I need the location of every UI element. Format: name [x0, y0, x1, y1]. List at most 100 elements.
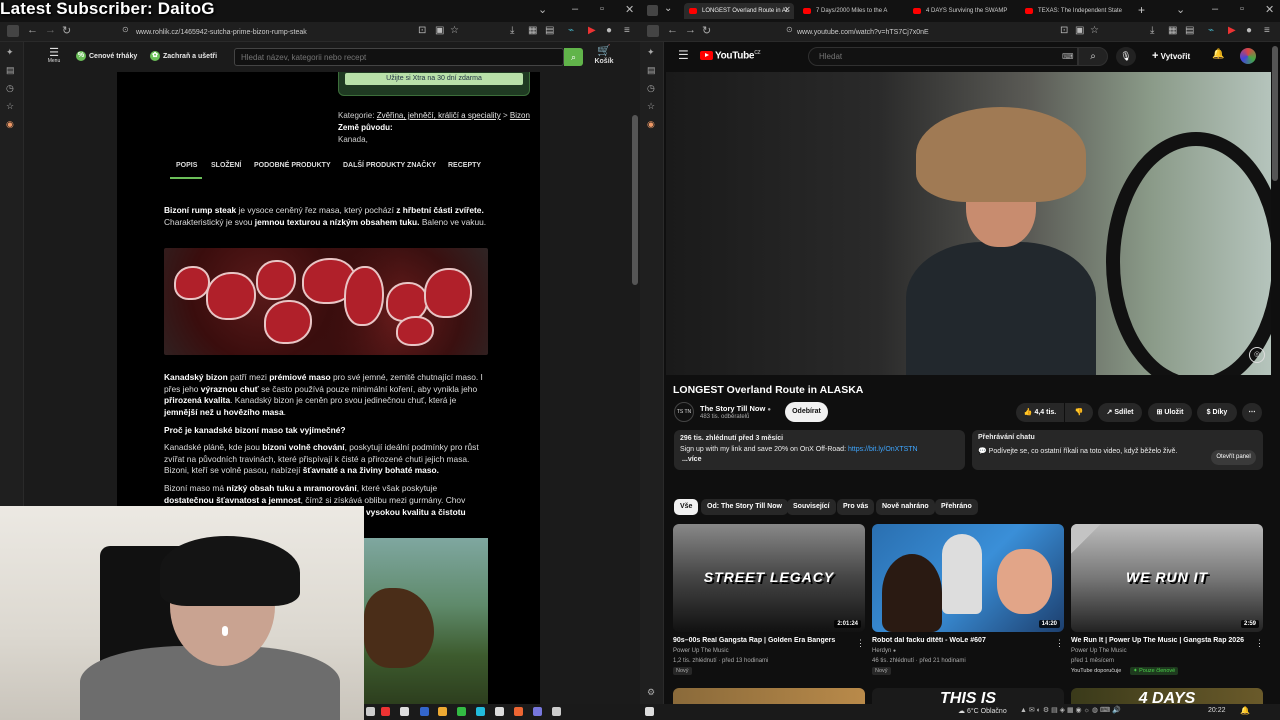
reload-icon[interactable]: ↻: [62, 24, 71, 37]
video-card-title[interactable]: 90s–00s Real Gangsta Rap | Golden Era Ba…: [673, 637, 853, 644]
menu-button[interactable]: ☰ Menu: [44, 47, 64, 65]
video-card-channel[interactable]: Power Up The Music: [1071, 648, 1127, 654]
taskbar-app-icon[interactable]: [552, 707, 561, 716]
weather-widget[interactable]: ☁ 6°C Oblačno: [958, 707, 1007, 715]
menu-icon[interactable]: ≡: [1264, 25, 1270, 36]
ai-icon[interactable]: ✦: [6, 47, 14, 58]
taskbar-app-icon[interactable]: [400, 707, 409, 716]
reader-icon[interactable]: ▣: [1075, 25, 1084, 36]
site-info-icon[interactable]: ⊙: [122, 25, 129, 34]
tab-youtube-2[interactable]: 7 Days/2000 Miles to the A: [798, 3, 900, 19]
left-scroll-thumb[interactable]: [632, 115, 638, 285]
taskbar-app-icon[interactable]: [476, 707, 485, 716]
promo-banner[interactable]: Užijte si Xtra na 30 dní zdarma: [338, 72, 530, 96]
back-icon[interactable]: ←: [27, 24, 38, 36]
taskbar-app-icon[interactable]: [366, 707, 375, 716]
taskbar-app-icon[interactable]: [381, 707, 390, 716]
app-icon[interactable]: ◉: [6, 119, 14, 130]
download-icon[interactable]: ⤓: [510, 25, 514, 36]
bookmark-star-icon[interactable]: ☆: [450, 25, 459, 36]
workspace-icon[interactable]: [647, 5, 658, 16]
tab-podobne[interactable]: PODOBNÉ PRODUKTY: [254, 162, 331, 169]
notifications-icon[interactable]: 🔔: [1240, 706, 1250, 715]
tray-icons[interactable]: ▲ ✉ ◐ ⚙ ▤ ◈ ▦ ◉ ☼ ◍ ⌨ 🔊: [1020, 706, 1121, 714]
extension-icon[interactable]: ▦: [528, 25, 537, 36]
chip-for-you[interactable]: Pro vás: [837, 499, 875, 515]
extension-2-icon[interactable]: ⌁: [1208, 25, 1214, 36]
tab-dalsi[interactable]: DALŠÍ PRODUKTY ZNAČKY: [343, 162, 436, 169]
channel-name[interactable]: The Story Till Now ●: [700, 404, 771, 413]
description-link[interactable]: https://bit.ly/OnXTSTN: [848, 446, 918, 453]
save-pill[interactable]: ✿ Zachraň a ušetři: [150, 50, 217, 64]
taskbar-app-icon[interactable]: [533, 707, 542, 716]
account-avatar[interactable]: [1240, 48, 1256, 64]
reload-icon[interactable]: ↻: [702, 24, 711, 37]
tab-slozeni[interactable]: SLOŽENÍ: [211, 162, 241, 169]
chip-watched[interactable]: Přehráno: [935, 499, 978, 515]
tab-actions-icon[interactable]: ⌄: [664, 3, 672, 14]
screenshot-icon[interactable]: ⊡: [1060, 25, 1068, 36]
tab-youtube-4[interactable]: TEXAS: The Independent State: [1020, 3, 1128, 19]
youtube-logo[interactable]: YouTubeCZ: [700, 50, 761, 61]
taskbar-app-icon[interactable]: [420, 707, 429, 716]
shop-search-input[interactable]: [234, 48, 564, 66]
tab-close-icon[interactable]: ✕: [784, 5, 791, 14]
deals-pill[interactable]: % Cenové trháky: [76, 50, 137, 64]
youtube-search-button[interactable]: ⌕: [1078, 47, 1108, 66]
video-player[interactable]: ◎: [666, 72, 1271, 375]
chip-related[interactable]: Související: [787, 499, 836, 515]
save-button[interactable]: ⊞ Uložit: [1148, 403, 1192, 422]
sidebar-toggle-icon[interactable]: [647, 25, 659, 37]
more-actions-button[interactable]: ⋯: [1242, 403, 1262, 422]
more-vert-icon[interactable]: ⋮: [1055, 638, 1064, 649]
category-link[interactable]: Zvěřina, jehněčí, králičí a speciality: [377, 111, 501, 120]
sidebar-toggle-icon[interactable]: [7, 25, 19, 37]
menu-icon[interactable]: ≡: [624, 25, 630, 36]
youtube-ext-icon[interactable]: ▶: [588, 25, 596, 36]
maximize-icon[interactable]: ▫: [600, 3, 604, 15]
minimize-icon[interactable]: –: [572, 3, 578, 15]
chip-recently-uploaded[interactable]: Nově nahráno: [876, 499, 935, 515]
app-icon[interactable]: ◉: [647, 119, 655, 130]
right-url-field[interactable]: www.youtube.com/watch?v=hTS7Cj7x0nE: [797, 25, 1047, 40]
chevron-down-icon[interactable]: ⌄: [1176, 3, 1185, 16]
site-info-icon[interactable]: ⊙: [786, 25, 793, 34]
video-thumbnail[interactable]: STREET LEGACY 2:01:24: [673, 524, 865, 632]
tab-youtube-3[interactable]: 4 DAYS Surviving the SWAMP: [908, 3, 1012, 19]
close-icon[interactable]: ✕: [625, 3, 634, 16]
clock[interactable]: 20:22: [1208, 707, 1226, 714]
channel-avatar[interactable]: TS TN: [674, 402, 694, 422]
more-vert-icon[interactable]: ⋮: [856, 638, 865, 649]
forward-icon[interactable]: →: [45, 24, 56, 36]
youtube-search-input[interactable]: [808, 47, 1078, 66]
chevron-down-icon[interactable]: ⌄: [538, 3, 547, 16]
maximize-icon[interactable]: ▫: [1240, 3, 1244, 15]
screenshot-icon[interactable]: ⊡: [418, 25, 426, 36]
bookmark-star-icon[interactable]: ☆: [1090, 25, 1099, 36]
dislike-button[interactable]: 👎: [1065, 403, 1093, 422]
download-icon[interactable]: ⤓: [1150, 25, 1154, 36]
taskbar-app-icon[interactable]: [645, 707, 654, 716]
subscribe-button[interactable]: Odebírat: [785, 402, 828, 422]
video-card-title[interactable]: We Run It | Power Up The Music | Gangsta…: [1071, 637, 1251, 644]
taskbar-app-icon[interactable]: [495, 707, 504, 716]
taskbar-app-icon[interactable]: [514, 707, 523, 716]
extension-2-icon[interactable]: ⌁: [568, 25, 574, 36]
profile-icon[interactable]: ●: [606, 25, 612, 36]
new-tab-icon[interactable]: +: [1138, 3, 1145, 17]
forward-icon[interactable]: →: [685, 24, 696, 36]
like-button[interactable]: 👍 4,4 tis.: [1016, 403, 1064, 422]
chip-from-channel[interactable]: Od: The Story Till Now: [701, 499, 788, 515]
back-icon[interactable]: ←: [667, 24, 678, 36]
right-scroll-thumb[interactable]: [1272, 46, 1278, 181]
collections-icon[interactable]: ▤: [647, 65, 656, 76]
description-more[interactable]: ...více: [680, 455, 959, 466]
video-thumbnail[interactable]: WE RUN IT 2:59: [1071, 524, 1263, 632]
ai-icon[interactable]: ✦: [647, 47, 655, 58]
video-card-title[interactable]: Robot dal facku dítěti - WoLe #607: [872, 637, 1052, 644]
settings-icon[interactable]: ⚙: [647, 687, 655, 698]
video-description[interactable]: 296 tis. zhlédnutí před 3 měsíci Sign up…: [674, 430, 965, 470]
cart-button[interactable]: 🛒 Košík: [594, 45, 614, 67]
open-chat-panel-button[interactable]: Otevřít panel: [1211, 450, 1256, 465]
favorites-icon[interactable]: ☆: [6, 101, 14, 112]
